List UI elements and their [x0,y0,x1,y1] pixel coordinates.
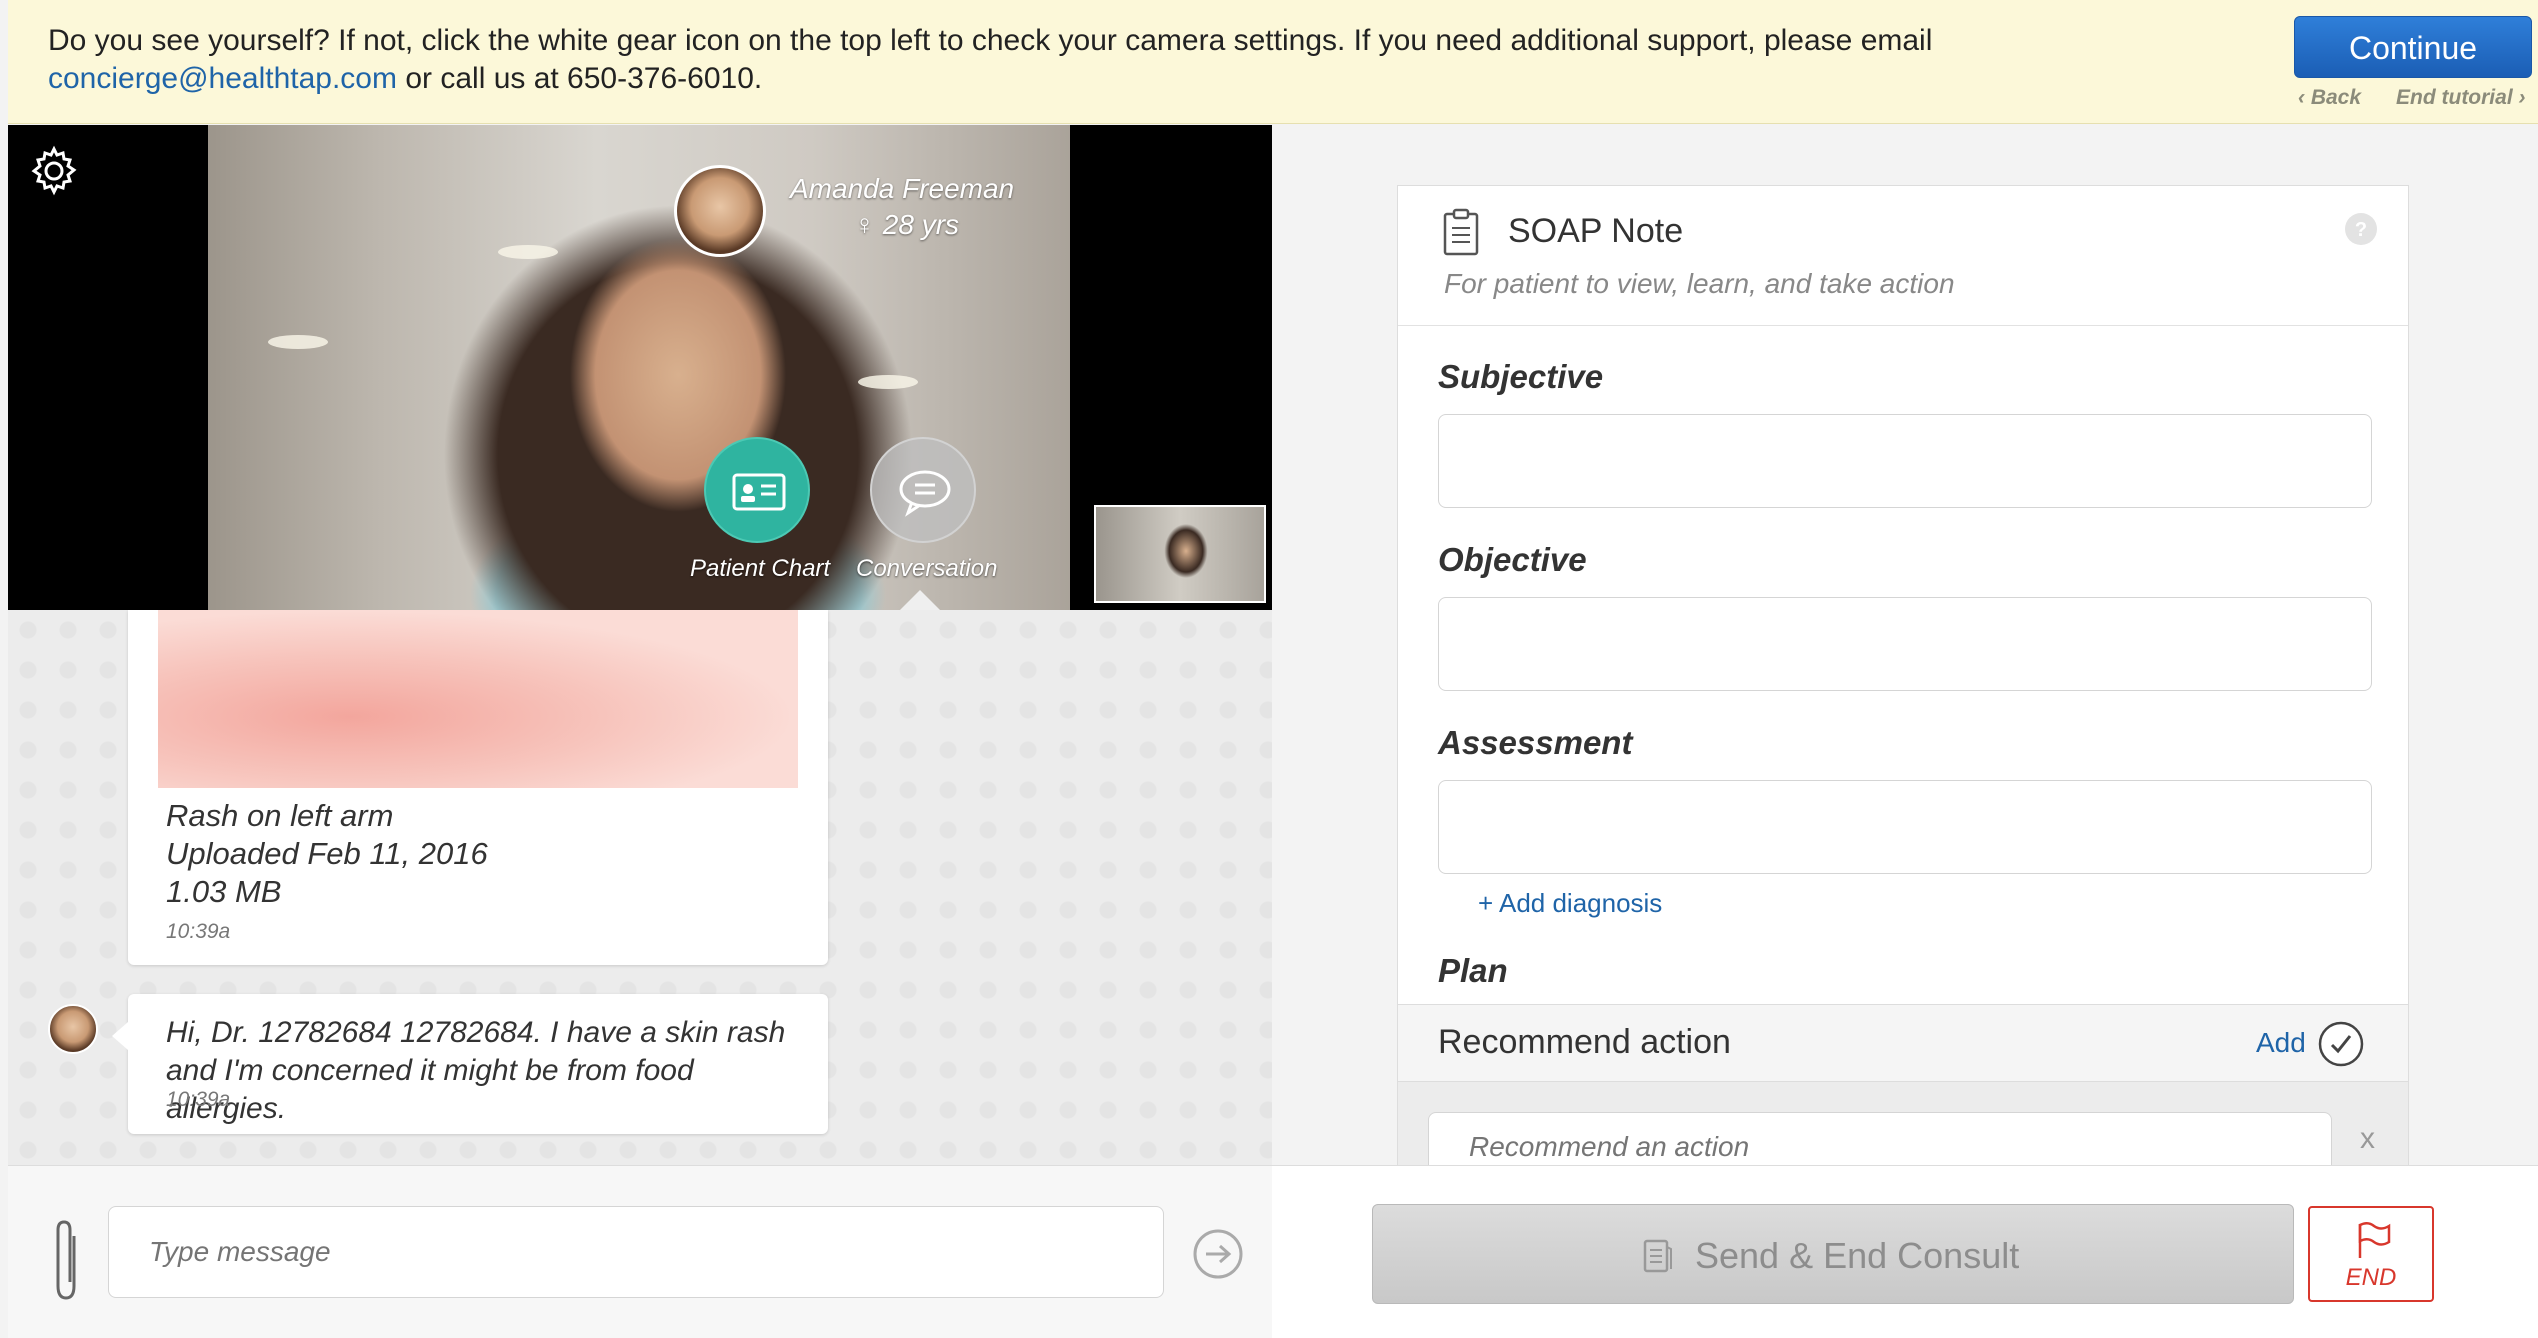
patient-chat-avatar [48,1004,98,1054]
recommend-add-button[interactable]: Add [2256,1027,2306,1059]
banner-message-tail: or call us at 650-376-6010. [405,62,763,95]
conversation-label: Conversation [856,555,998,582]
photo-timestamp: 10:39a [166,920,231,943]
patient-video-feed: Amanda Freeman ♀ 28 yrs Patient Chart Co… [208,125,1070,610]
patient-age: ♀ 28 yrs [854,209,960,240]
patient-avatar [674,165,766,257]
soap-subtitle: For patient to view, learn, and take act… [1444,268,1955,299]
patient-chart-button[interactable] [704,437,810,543]
video-panel: Amanda Freeman ♀ 28 yrs Patient Chart Co… [8,125,1272,610]
banner-message-text: Do you see yourself? If not, click the w… [48,24,1933,57]
self-view-video [1094,505,1266,603]
soap-title: SOAP Note [1508,212,1684,250]
objective-field[interactable] [1438,597,2372,691]
subjective-field[interactable] [1438,414,2372,508]
message-text: Hi, Dr. 12782684 12782684. I have a skin… [166,1016,786,1125]
svg-text:?: ? [2355,219,2367,241]
clipboard-icon [1442,208,1480,256]
message-timestamp: 10:39a [166,1088,231,1111]
text-message-card: Hi, Dr. 12782684 12782684. I have a skin… [112,994,828,1134]
end-tutorial-link[interactable]: End tutorial › [2396,86,2526,110]
document-icon [1643,1239,1673,1273]
soap-panel: SOAP Note For patient to view, learn, an… [1272,125,2538,1165]
objective-label: Objective [1438,541,1587,578]
ceiling-light [268,335,328,349]
photo-file-size: 1.03 MB [166,874,282,909]
recommend-action-bar: Recommend action Add [1398,1004,2408,1082]
send-end-consult-label: Send & End Consult [1695,1235,2020,1276]
send-end-consult-button[interactable]: Send & End Consult [1372,1204,2294,1304]
patient-name: Amanda Freeman [790,173,1015,204]
compose-bar [8,1165,1272,1338]
recommend-action-area: x [1398,1082,2408,1165]
soap-header: SOAP Note For patient to view, learn, an… [1398,186,2408,326]
conversation-thread: Rash on left arm Uploaded Feb 11, 2016 1… [8,610,1272,1165]
ceiling-light [858,375,918,389]
end-consult-button[interactable]: END [2308,1206,2434,1302]
patient-chart-label: Patient Chart [690,555,831,582]
photo-message-card: Rash on left arm Uploaded Feb 11, 2016 1… [128,610,828,965]
gear-icon[interactable] [26,143,82,199]
photo-caption: Rash on left arm [166,798,394,833]
help-icon[interactable]: ? [2344,212,2378,246]
rash-photo[interactable] [158,610,798,788]
soap-note-card: SOAP Note For patient to view, learn, an… [1397,185,2409,1165]
flag-icon [2354,1220,2394,1260]
remove-action-button[interactable]: x [2360,1122,2375,1156]
conversation-button[interactable] [870,437,976,543]
support-email-link[interactable]: concierge@healthtap.com [48,62,397,95]
continue-button[interactable]: Continue [2294,16,2532,78]
tutorial-banner: Do you see yourself? If not, click the w… [8,0,2538,124]
recommend-action-input[interactable] [1428,1112,2332,1165]
assessment-field[interactable] [1438,780,2372,874]
add-diagnosis-link[interactable]: + Add diagnosis [1478,888,1662,919]
checkmark-icon[interactable] [2318,1021,2364,1067]
send-arrow-icon[interactable] [1192,1228,1244,1280]
id-card-icon [732,473,786,511]
ceiling-light [498,245,558,259]
subjective-label: Subjective [1438,358,1604,395]
photo-upload-date: Uploaded Feb 11, 2016 [166,836,488,871]
paperclip-icon[interactable] [46,1216,86,1306]
banner-message: Do you see yourself? If not, click the w… [48,22,1948,98]
assessment-label: Assessment [1438,724,1633,761]
plan-label: Plan [1438,952,1508,989]
speech-bubble-icon [899,470,951,517]
recommend-action-title: Recommend action [1438,1023,1731,1061]
consult-action-bar: Send & End Consult END [1272,1165,2538,1338]
end-label: END [2345,1264,2397,1291]
active-tab-caret [900,590,940,610]
back-link[interactable]: ‹ Back [2298,86,2361,110]
message-input[interactable] [108,1206,1164,1298]
